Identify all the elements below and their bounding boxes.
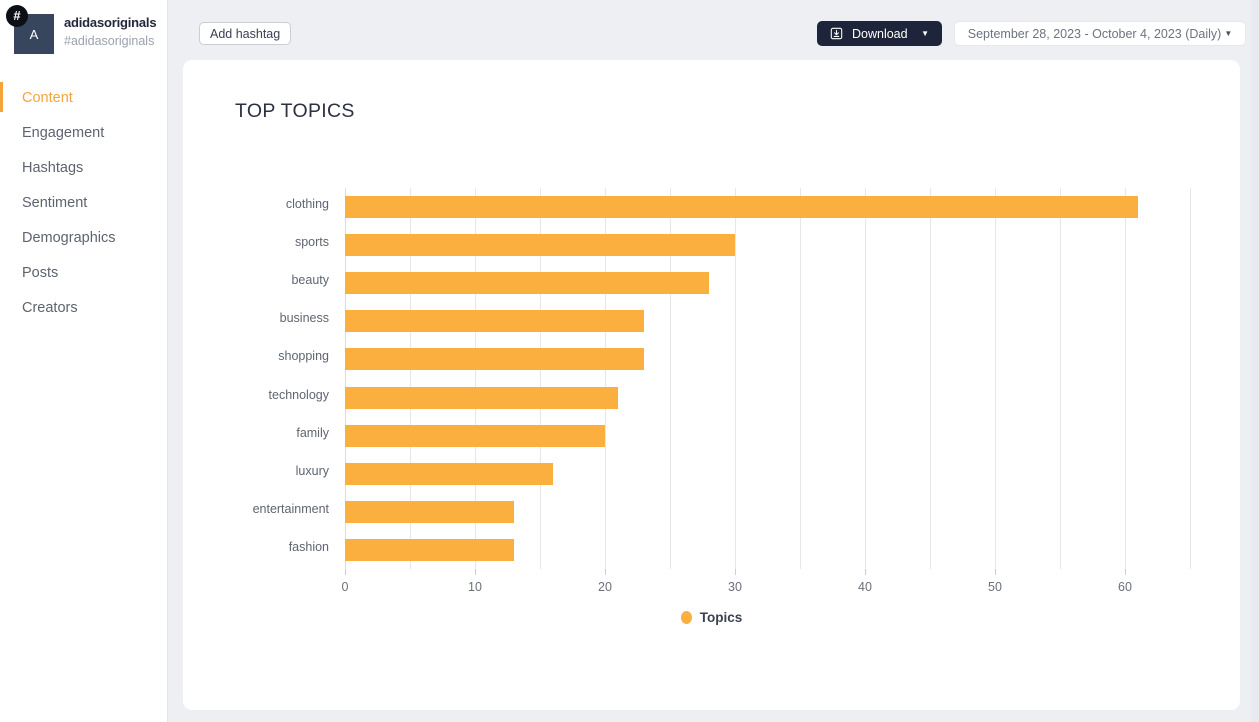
date-range-picker[interactable]: September 28, 2023 - October 4, 2023 (Da…	[954, 21, 1246, 46]
chart-bar[interactable]	[345, 234, 735, 257]
chart-bar[interactable]	[345, 462, 553, 485]
legend-color-swatch	[680, 611, 692, 624]
chart-x-tick	[1125, 569, 1126, 575]
chart-bar-row: entertainment	[253, 493, 1190, 531]
chart-x-tick-label: 60	[1118, 580, 1132, 594]
chart-x-tick-label: 10	[468, 580, 482, 594]
chart-x-tick	[605, 569, 606, 575]
chart-bar[interactable]	[345, 500, 514, 523]
top-topics-card: TOP TOPICS clothing sports beauty business s…	[183, 60, 1240, 710]
avatar: A #	[6, 5, 54, 54]
top-topics-bar-chart: clothing sports beauty business shopping tech…	[183, 60, 1240, 710]
chart-bar-row: sports	[295, 226, 1190, 264]
chart-bar-row: business	[280, 302, 1190, 340]
sidebar-item-label: Posts	[22, 264, 59, 281]
chart-x-tick-label: 0	[341, 580, 349, 594]
chart-category-label: family	[296, 425, 329, 440]
scrollbar-track[interactable]	[1251, 0, 1259, 722]
download-label: Download	[852, 26, 908, 41]
sidebar: A # adidasoriginals #adidasoriginals Con…	[0, 0, 168, 722]
chart-bar[interactable]	[345, 196, 1138, 218]
chart-bar[interactable]	[345, 310, 644, 333]
download-icon	[830, 27, 843, 40]
sidebar-item-content[interactable]: Content	[0, 80, 167, 115]
chart-bar-row: technology	[269, 379, 1190, 417]
chart-category-label: clothing	[285, 197, 329, 211]
chart-category-label: business	[279, 311, 329, 326]
chart-x-tick	[735, 569, 736, 575]
chart-x-tick	[995, 569, 996, 575]
sidebar-item-creators[interactable]: Creators	[0, 290, 167, 325]
chart-gridline	[1190, 188, 1191, 569]
sidebar-item-label: Demographics	[22, 229, 116, 246]
chart-bar-row: luxury	[296, 455, 1190, 493]
chart-x-tick-label: 40	[858, 580, 872, 594]
chart-x-tick-label: 20	[598, 580, 612, 594]
brand-handle: #adidasoriginals	[64, 34, 155, 48]
chart-x-tick	[345, 569, 346, 575]
add-hashtag-button[interactable]: Add hashtag	[199, 22, 292, 45]
sidebar-item-label: Sentiment	[22, 194, 88, 211]
chart-category-label: entertainment	[252, 501, 329, 516]
brand-text: adidasoriginals #adidasoriginals	[64, 14, 157, 48]
chevron-down-icon: ▼	[1224, 29, 1233, 38]
chart-x-tick-label: 50	[988, 580, 1002, 594]
sidebar-item-hashtags[interactable]: Hashtags	[0, 150, 167, 185]
chart-bar-row: shopping	[278, 340, 1190, 378]
chart-category-label: shopping	[278, 349, 329, 364]
chart-category-label: beauty	[291, 273, 329, 288]
sidebar-item-label: Hashtags	[22, 159, 84, 176]
chart-bar-row: family	[296, 417, 1190, 455]
legend-label: Topics	[699, 610, 743, 625]
chart-plot-area: clothing sports beauty business shopping tech…	[253, 188, 1191, 594]
sidebar-nav: Content Engagement Hashtags Sentiment De…	[0, 80, 167, 325]
chart-bar-row: beauty	[291, 264, 1190, 302]
chart-bar[interactable]	[345, 272, 709, 295]
chart-bar-row: fashion	[289, 531, 1190, 569]
chart-category-label: sports	[294, 235, 329, 250]
sidebar-item-demographics[interactable]: Demographics	[0, 220, 167, 255]
chart-bar-row: clothing	[286, 188, 1190, 226]
chart-bar[interactable]	[345, 424, 605, 447]
chart-category-label: technology	[268, 387, 329, 402]
app-root: A # adidasoriginals #adidasoriginals Con…	[0, 0, 1259, 722]
chart-category-label: luxury	[295, 463, 329, 478]
date-range-label: September 28, 2023 - October 4, 2023 (Da…	[967, 26, 1222, 41]
chart-x-tick	[865, 569, 866, 575]
brand-name: adidasoriginals	[64, 15, 157, 30]
sidebar-item-label: Creators	[22, 299, 78, 316]
chart-legend: Topics	[183, 610, 1240, 625]
chart-bar[interactable]	[345, 348, 644, 371]
chart-x-tick-label: 30	[728, 580, 742, 594]
sidebar-item-engagement[interactable]: Engagement	[0, 115, 167, 150]
chart-x-tick	[475, 569, 476, 575]
chart-category-label: fashion	[288, 539, 329, 554]
hash-icon: #	[6, 5, 28, 27]
chevron-down-icon: ▼	[921, 29, 929, 38]
chart-bar[interactable]	[345, 386, 618, 409]
sidebar-item-posts[interactable]: Posts	[0, 255, 167, 290]
download-button[interactable]: Download ▼	[817, 21, 942, 46]
sidebar-item-label: Engagement	[22, 124, 105, 141]
chart-bar[interactable]	[345, 538, 514, 561]
sidebar-item-sentiment[interactable]: Sentiment	[0, 185, 167, 220]
brand-header: A # adidasoriginals #adidasoriginals	[0, 0, 167, 54]
topbar: Add hashtag Download ▼ September 28, 202…	[168, 0, 1259, 60]
sidebar-item-label: Content	[22, 89, 73, 106]
